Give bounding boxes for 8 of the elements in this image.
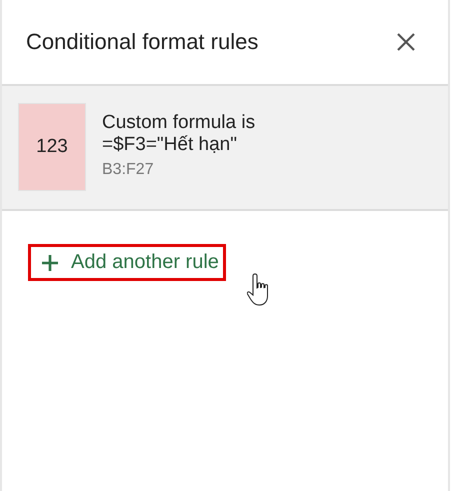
panel-title: Conditional format rules (26, 29, 258, 55)
plus-icon (41, 254, 59, 272)
formula-text: =$F3="Hết hạn" (102, 134, 238, 156)
condition-text: Custom formula is (102, 112, 256, 134)
close-icon[interactable] (396, 32, 416, 52)
add-rule-button[interactable]: Add another rule (28, 244, 226, 281)
format-preview: 123 (18, 103, 86, 191)
range-text: B3:F27 (102, 161, 155, 179)
